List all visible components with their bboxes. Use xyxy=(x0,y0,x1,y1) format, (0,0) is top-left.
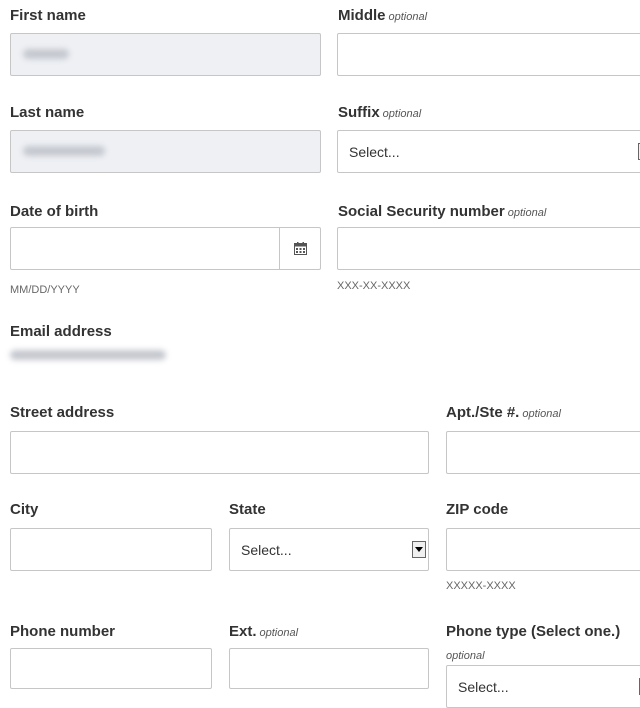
first-name-redacted-value xyxy=(23,49,69,59)
street-address-label: Street address xyxy=(10,404,115,421)
ext-label: Ext. optional xyxy=(229,623,299,640)
date-of-birth-format-hint: MM/DD/YYYY xyxy=(10,284,80,296)
ssn-optional-label: optional xyxy=(507,207,547,219)
middle-name-input[interactable] xyxy=(337,33,640,76)
apt-input[interactable] xyxy=(446,431,640,474)
phone-number-label: Phone number xyxy=(10,623,116,640)
zip-code-format-hint: XXXXX-XXXX xyxy=(446,580,516,592)
state-selected-value: Select... xyxy=(241,542,292,558)
state-select[interactable]: Select... xyxy=(229,528,429,571)
phone-number-input[interactable] xyxy=(10,648,212,689)
chevron-down-icon[interactable] xyxy=(412,541,426,558)
suffix-select[interactable]: Select... xyxy=(337,130,640,173)
suffix-optional-label: optional xyxy=(382,108,422,120)
ssn-input[interactable] xyxy=(337,227,640,270)
phone-type-label: Phone type (Select one.) xyxy=(446,623,621,640)
ssn-format-hint: XXX-XX-XXXX xyxy=(337,280,411,292)
middle-name-label: Middle optional xyxy=(338,7,428,24)
apt-optional-label: optional xyxy=(522,408,561,420)
last-name-redacted-value xyxy=(23,146,105,156)
email-redacted-value xyxy=(10,350,166,360)
calendar-icon[interactable] xyxy=(279,228,320,269)
middle-optional-label: optional xyxy=(388,11,428,23)
suffix-selected-value: Select... xyxy=(349,144,400,160)
city-label: City xyxy=(10,501,39,518)
suffix-label: Suffix optional xyxy=(338,104,422,121)
date-of-birth-label: Date of birth xyxy=(10,203,99,220)
street-address-input[interactable] xyxy=(10,431,429,474)
ext-input[interactable] xyxy=(229,648,429,689)
ssn-label: Social Security number optional xyxy=(338,203,547,220)
state-label: State xyxy=(229,501,266,518)
phone-type-selected-value: Select... xyxy=(458,679,509,695)
zip-code-label: ZIP code xyxy=(446,501,509,518)
phone-type-select[interactable]: Select... xyxy=(446,665,640,708)
last-name-label: Last name xyxy=(10,104,85,121)
apt-label: Apt./Ste #. optional xyxy=(446,404,561,421)
date-of-birth-input[interactable] xyxy=(10,227,321,270)
zip-code-input[interactable] xyxy=(446,528,640,571)
first-name-label: First name xyxy=(10,7,86,24)
first-name-input[interactable] xyxy=(10,33,321,76)
ext-optional-label: optional xyxy=(259,627,299,639)
phone-type-optional-label: optional xyxy=(446,650,485,662)
email-label: Email address xyxy=(10,323,112,340)
last-name-input[interactable] xyxy=(10,130,321,173)
city-input[interactable] xyxy=(10,528,212,571)
